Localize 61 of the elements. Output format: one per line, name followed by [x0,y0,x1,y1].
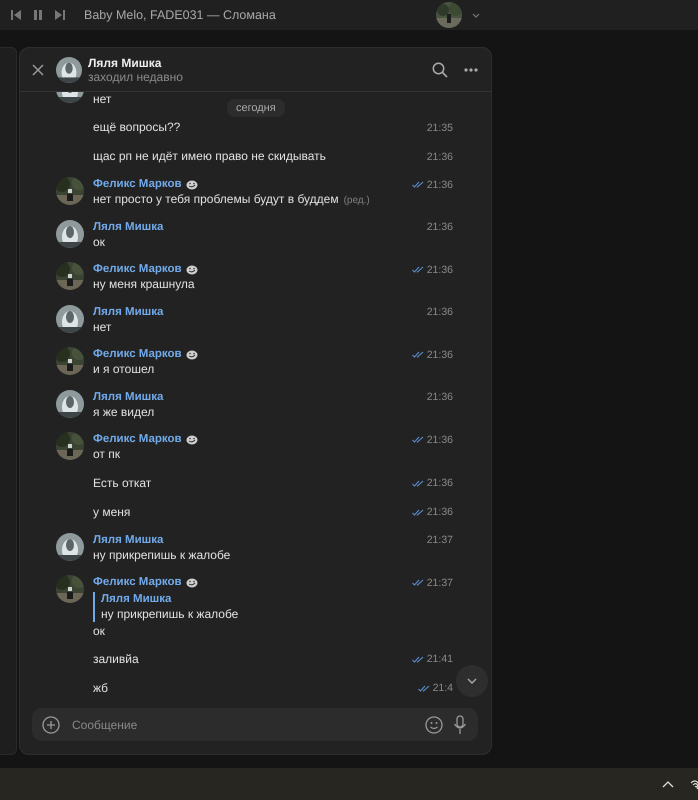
message-time: 21:41 [426,653,453,665]
message-time: 21:36 [426,434,453,446]
search-icon[interactable] [432,62,448,78]
author-name[interactable]: Ляля Мишка [93,304,164,320]
message-time: 21:36 [426,178,453,190]
author-name[interactable]: Феликс Марков [93,347,182,362]
message-text: заливйа [93,652,139,666]
message-time: 21:36 [426,264,453,276]
author-name[interactable]: Феликс Марков [93,262,182,277]
date-label: сегодня [227,99,285,117]
message-time: 21:36 [426,150,453,162]
message-time: 21:36 [426,221,453,233]
more-icon[interactable] [464,68,478,72]
message-time: 21:36 [426,477,453,489]
author-name[interactable]: Ляля Мишка [93,532,164,548]
message-time: 21:36 [426,391,453,403]
message-field[interactable]: Сообщение [32,708,478,741]
message-text: ну меня крашнула [93,277,195,292]
microphone-icon[interactable] [453,714,467,734]
message-text: нет просто у тебя проблемы будут в буддем [93,192,339,207]
message-text: нет [93,92,112,107]
message-time: 21:37 [426,534,453,546]
author-name[interactable]: Ляля Мишка [93,220,164,234]
message-time: 21:36 [426,506,453,518]
author-name[interactable]: Феликс Марков [93,575,182,590]
message-time: 21:4 [432,682,453,694]
plus-icon[interactable] [42,716,60,734]
message-text: от пк [93,447,120,462]
edited-label: (ред.) [344,194,370,208]
chevron-up-icon[interactable] [662,780,674,788]
contact-name: Ляля Мишка [88,56,162,70]
message-input[interactable]: Сообщение [70,716,415,732]
message-text: ок [93,234,105,250]
message-text: ок [93,624,105,639]
chevron-down-icon[interactable] [472,12,480,18]
close-icon[interactable] [32,64,44,76]
last-seen-status: заходил недавно [88,70,184,84]
message-text: жб [93,680,108,696]
message-text: Есть откат [93,476,152,490]
chevron-down-icon [467,678,477,684]
message-text: у меня [93,504,130,520]
message-text: и я отошел [93,362,154,377]
message-text: щас рп не идёт имею право не скидывать [93,149,326,164]
message-time: 21:37 [426,576,453,588]
pause-icon[interactable] [32,9,44,21]
track-title[interactable]: Baby Melo, FADE031 — Сломана [84,8,276,22]
quoted-text: ну прикрепишь к жалобе [101,607,240,622]
message-text: нет [93,320,112,334]
next-icon[interactable] [54,9,66,21]
author-name[interactable]: Ляля Мишка [93,390,164,404]
message-time: 21:36 [426,348,453,360]
author-name[interactable]: Феликс Марков [93,177,182,192]
message-time: 21:36 [426,306,453,318]
message-text: я же видел [93,404,154,420]
message-text: ну прикрепишь к жалобе [93,548,230,562]
message-text: ещё вопросы?? [93,120,180,135]
message-time: 21:35 [426,122,453,134]
emoji-icon[interactable] [425,716,443,734]
quoted-author: Ляля Мишка [101,592,172,607]
author-name[interactable]: Феликс Марков [93,432,182,447]
previous-icon[interactable] [10,9,22,21]
